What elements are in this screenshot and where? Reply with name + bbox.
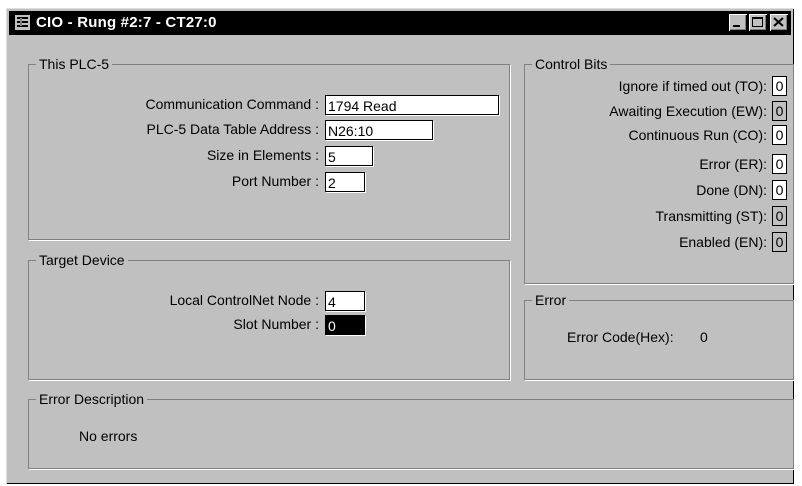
port-label: Port Number : xyxy=(231,173,319,189)
control-bit-label: Awaiting Execution (EW): xyxy=(609,103,767,119)
minimize-button[interactable] xyxy=(729,14,747,31)
maximize-button[interactable] xyxy=(749,14,767,31)
control-bit-label: Done (DN): xyxy=(696,182,767,198)
title-bar[interactable]: CIO - Rung #2:7 - CT27:0 xyxy=(9,11,791,35)
cio-window: CIO - Rung #2:7 - CT27:0 This PLC-5 Comm… xyxy=(6,8,794,484)
control-bit-row-dn: Done (DN): 0 xyxy=(531,179,793,201)
control-bit-st-field: 0 xyxy=(772,206,787,226)
comm-command-label: Communication Command : xyxy=(145,96,319,112)
control-bit-en-field: 0 xyxy=(772,232,787,252)
close-button[interactable] xyxy=(770,14,788,31)
this-plc5-group: This PLC-5 Communication Command : 1794 … xyxy=(28,56,510,240)
size-field[interactable]: 5 xyxy=(325,146,373,166)
control-bit-row-st: Transmitting (ST): 0 xyxy=(531,205,793,227)
control-bit-row-er: Error (ER): 0 xyxy=(531,153,793,175)
error-group: Error Error Code(Hex): 0 xyxy=(524,292,794,380)
node-label: Local ControlNet Node : xyxy=(169,292,319,308)
control-bit-label: Enabled (EN): xyxy=(679,234,767,250)
port-field[interactable]: 2 xyxy=(325,172,365,192)
control-bit-label: Continuous Run (CO): xyxy=(628,127,767,143)
window-title: CIO - Rung #2:7 - CT27:0 xyxy=(36,14,217,31)
control-bit-row-en: Enabled (EN): 0 xyxy=(531,231,793,253)
size-label: Size in Elements : xyxy=(206,147,319,163)
control-bits-group: Control Bits Ignore if timed out (TO): 0… xyxy=(524,56,794,284)
maximize-icon xyxy=(752,17,763,27)
control-bit-dn-field[interactable]: 0 xyxy=(772,180,787,200)
control-bit-row-ew: Awaiting Execution (EW): 0 xyxy=(531,100,793,122)
control-bit-label: Ignore if timed out (TO): xyxy=(618,78,767,94)
control-bit-label: Error (ER): xyxy=(699,156,767,172)
control-bit-row-co: Continuous Run (CO): 0 xyxy=(531,124,793,146)
target-device-label: Target Device xyxy=(36,252,128,268)
control-bit-ew-field: 0 xyxy=(772,101,787,121)
error-description-text: No errors xyxy=(79,428,138,444)
slot-label: Slot Number : xyxy=(233,316,319,332)
control-bit-to-field[interactable]: 0 xyxy=(772,76,787,96)
slot-field[interactable]: 0 xyxy=(325,315,365,335)
target-device-group: Target Device Local ControlNet Node : 4 … xyxy=(28,252,510,380)
comm-command-field[interactable]: 1794 Read xyxy=(325,95,499,115)
error-code-value: 0 xyxy=(700,329,708,345)
table-address-label: PLC-5 Data Table Address : xyxy=(146,121,319,137)
control-bits-label: Control Bits xyxy=(532,56,611,72)
control-bit-row-to: Ignore if timed out (TO): 0 xyxy=(531,75,793,97)
minimize-icon xyxy=(733,25,740,27)
error-code-label: Error Code(Hex): xyxy=(567,329,674,345)
app-icon xyxy=(15,15,30,30)
close-icon xyxy=(773,17,784,27)
control-bit-er-field[interactable]: 0 xyxy=(772,154,787,174)
error-description-group: Error Description No errors xyxy=(28,391,794,469)
table-address-field[interactable]: N26:10 xyxy=(325,120,433,140)
this-plc5-label: This PLC-5 xyxy=(36,56,113,72)
control-bit-co-field[interactable]: 0 xyxy=(772,125,787,145)
error-label: Error xyxy=(532,292,570,308)
control-bit-label: Transmitting (ST): xyxy=(655,208,768,224)
node-field[interactable]: 4 xyxy=(325,291,365,311)
error-description-label: Error Description xyxy=(36,391,148,407)
